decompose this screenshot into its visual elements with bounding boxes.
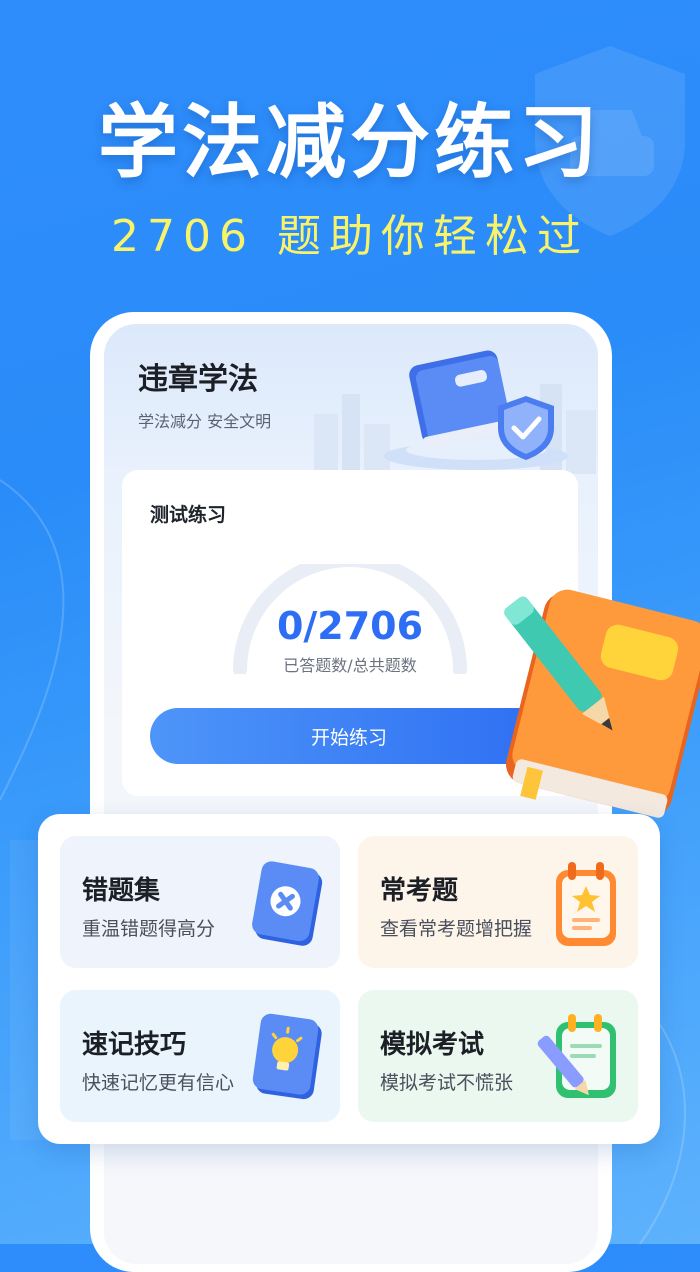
feature-name: 速记技巧 [82, 1030, 187, 1060]
practice-title: 测试练习 [150, 504, 227, 526]
feature-desc: 快速记忆更有信心 [82, 1072, 235, 1094]
feature-wrong-answers[interactable]: 错题集 重温错题得高分 [60, 836, 340, 968]
feature-name: 错题集 [82, 876, 161, 906]
book-shield-icon [384, 350, 568, 470]
exam-pencil-icon [537, 1014, 616, 1098]
feature-desc: 查看常考题增把握 [380, 918, 533, 940]
hero-title: 学法减分练习 [98, 96, 602, 189]
feature-panel: 错题集 重温错题得高分 常考题 查看常考题增把握 速记技巧 快速记忆更有信心 模… [38, 814, 660, 1144]
feature-desc: 重温错题得高分 [82, 918, 216, 940]
hero-subtitle: 2706 题助你轻松过 [111, 211, 589, 262]
feature-memory-tips[interactable]: 速记技巧 快速记忆更有信心 [60, 990, 340, 1122]
feature-mock-exam[interactable]: 模拟考试 模拟考试不慌张 [358, 990, 638, 1122]
start-practice-button[interactable]: 开始练习 [150, 708, 548, 764]
feature-name: 模拟考试 [380, 1030, 485, 1060]
app-title: 违章学法 [138, 362, 258, 397]
feature-frequent-questions[interactable]: 常考题 查看常考题增把握 [358, 836, 638, 968]
lightbulb-book-icon [252, 1013, 322, 1100]
star-clipboard-icon [556, 862, 616, 946]
orange-book-pencil-icon [504, 589, 700, 818]
feature-desc: 模拟考试不慌张 [380, 1072, 514, 1094]
feature-name: 常考题 [380, 876, 459, 906]
wrong-answers-book-icon [252, 861, 323, 946]
app-subtitle: 学法减分 安全文明 [138, 412, 272, 431]
